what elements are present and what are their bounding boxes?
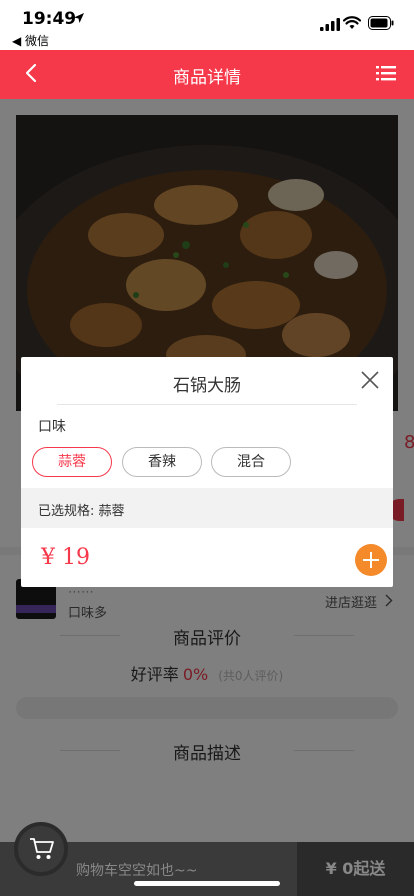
battery-icon — [368, 16, 394, 30]
wifi-icon — [343, 16, 361, 29]
page-title: 商品详情 — [173, 68, 241, 88]
spec-dialog: 石锅大肠 口味 蒜蓉 香辣 混合 已选规格: 蒜蓉 ¥ 19 — [21, 357, 393, 587]
back-to-wechat-link[interactable]: ◀ 微信 — [12, 32, 49, 49]
cart-button[interactable] — [14, 822, 68, 876]
flavor-label: 口味 — [38, 419, 66, 435]
option-mixed[interactable]: 混合 — [211, 447, 291, 477]
location-arrow-icon — [74, 13, 84, 23]
status-bar: 19:49 ◀ 微信 — [0, 0, 414, 50]
add-to-cart-button[interactable] — [355, 544, 387, 576]
dialog-price: ¥ 19 — [41, 545, 90, 570]
list-menu-icon[interactable] — [376, 65, 396, 81]
status-time: 19:49 — [22, 9, 77, 29]
home-indicator — [134, 881, 280, 886]
dialog-divider — [57, 404, 357, 405]
option-spicy[interactable]: 香辣 — [122, 447, 202, 477]
checkout-button[interactable]: ¥ 0起送 — [297, 842, 414, 896]
option-garlic[interactable]: 蒜蓉 — [32, 447, 112, 477]
close-icon[interactable] — [361, 371, 379, 389]
cart-empty-text: 购物车空空如也~~ — [76, 863, 198, 879]
nav-bar: 商品详情 — [0, 50, 414, 99]
selected-spec-row: 已选规格: 蒜蓉 — [21, 488, 393, 528]
shopping-cart-icon — [30, 838, 54, 859]
dialog-title: 石锅大肠 — [173, 376, 241, 396]
cellular-signal-icon — [320, 18, 340, 31]
selected-spec-text: 已选规格: 蒜蓉 — [38, 504, 125, 519]
